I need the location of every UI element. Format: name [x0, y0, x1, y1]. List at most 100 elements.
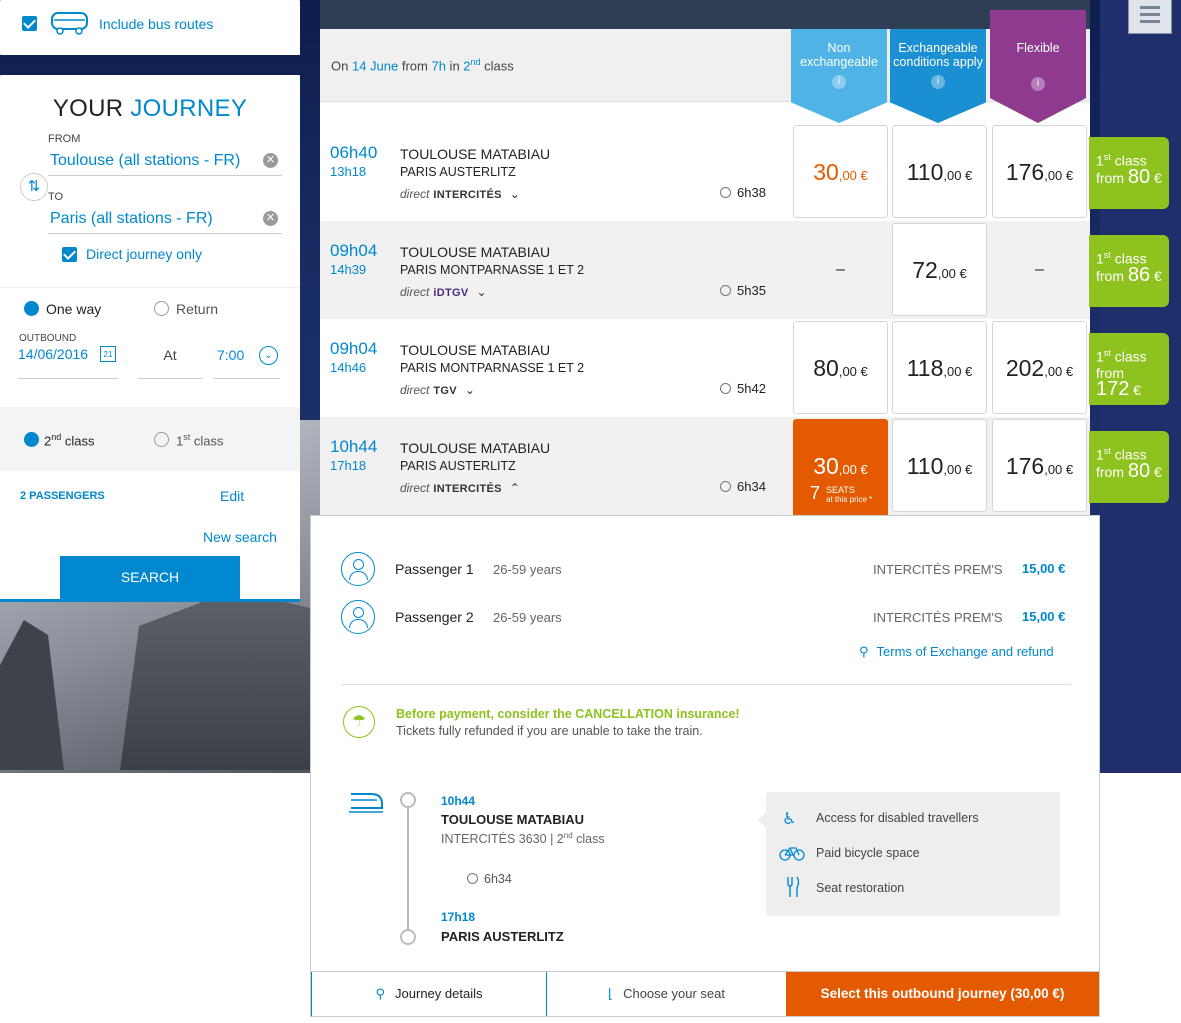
select-outbound-button[interactable]: Select this outbound journey (30,00 €): [786, 972, 1099, 1016]
passenger-row: Passenger 1 26-59 years INTERCITÉS PREM'…: [341, 552, 1081, 592]
bus-icon: [51, 12, 88, 35]
bus-routes-checkbox[interactable]: [22, 16, 37, 31]
price-non-exchangeable[interactable]: 80,00 €: [793, 321, 888, 414]
search-icon: ⚲: [859, 644, 869, 659]
fare-price: 15,00 €: [1022, 609, 1066, 624]
clock-icon: [720, 383, 731, 394]
cutlery-icon: [787, 876, 800, 897]
clear-to-icon[interactable]: ✕: [263, 211, 278, 226]
origin-station: TOULOUSE MATABIAU: [400, 440, 551, 456]
price-flexible[interactable]: 202,00 €: [992, 321, 1087, 414]
journey-form: YOUR JOURNEY FROM Toulouse (all stations…: [0, 75, 300, 602]
arrival-stop-icon: [400, 929, 416, 945]
direct-journey-label: Direct journey only: [86, 246, 202, 262]
duration: 5h42: [720, 381, 766, 396]
calendar-icon[interactable]: 21: [100, 346, 116, 362]
second-class-radio[interactable]: [24, 432, 39, 447]
user-icon: [341, 600, 375, 634]
journey-row[interactable]: 09h04 14h46 TOULOUSE MATABIAU PARIS MONT…: [320, 319, 1090, 417]
terms-link[interactable]: ⚲ Terms of Exchange and refund: [859, 644, 1054, 660]
results-date-text: On 14 June from 7h in 2nd class: [331, 57, 514, 74]
departure-time: 10h44: [330, 437, 378, 456]
service-item: Access for disabled travellers: [816, 811, 979, 825]
bus-routes-label: Include bus routes: [99, 16, 214, 32]
price-flexible[interactable]: 176,00 €: [992, 419, 1087, 512]
menu-button[interactable]: [1128, 0, 1172, 34]
price-exchangeable[interactable]: 110,00 €: [892, 125, 987, 218]
first-class-offer[interactable]: 1st class from 80 €: [1089, 137, 1169, 209]
train-type[interactable]: direct INTERCITÉS ⌄: [400, 187, 520, 201]
journey-row[interactable]: 06h40 13h18 TOULOUSE MATABIAU PARIS AUST…: [320, 123, 1090, 221]
journey-row[interactable]: 09h04 14h39 TOULOUSE MATABIAU PARIS MONT…: [320, 221, 1090, 319]
col-non-exchangeable[interactable]: Non exchangeable i: [791, 29, 887, 123]
duration: 5h35: [720, 283, 766, 298]
price-non-exchangeable[interactable]: 30,00 €: [793, 125, 888, 218]
service-item: Paid bicycle space: [816, 846, 920, 860]
fare-price: 15,00 €: [1022, 561, 1066, 576]
first-class-offer[interactable]: 1st class from 80 €: [1089, 431, 1169, 503]
time-dropdown-icon[interactable]: ⌄: [259, 346, 278, 365]
detail-arrival-time: 17h18: [441, 910, 476, 924]
train-type[interactable]: direct iDTGV ⌄: [400, 285, 487, 299]
one-way-radio[interactable]: [24, 301, 39, 316]
service-item: Seat restoration: [816, 881, 905, 895]
journey-row-selected[interactable]: 10h44 17h18 TOULOUSE MATABIAU PARIS AUST…: [320, 417, 1090, 539]
info-icon[interactable]: i: [931, 75, 945, 89]
detail-train-info: INTERCITÉS 3630 | 2nd class: [441, 831, 605, 847]
to-field[interactable]: Paris (all stations - FR) ✕: [48, 208, 282, 234]
bicycle-icon: [779, 847, 805, 861]
col-exchangeable[interactable]: Exchangeable conditions apply i: [890, 29, 986, 123]
from-field[interactable]: Toulouse (all stations - FR) ✕: [48, 150, 282, 176]
arrival-time: 17h18: [330, 458, 367, 473]
duration: 6h38: [720, 185, 766, 200]
search-button[interactable]: SEARCH: [60, 556, 240, 599]
passenger-age: 26-59 years: [493, 562, 562, 577]
swap-stations-icon[interactable]: ⇅: [20, 173, 48, 201]
detail-departure-station: TOULOUSE MATABIAU: [441, 812, 584, 827]
clock-icon: [720, 187, 731, 198]
col-flexible[interactable]: Flexible i: [990, 10, 1086, 123]
price-non-exchangeable: –: [836, 261, 845, 278]
info-icon[interactable]: i: [1031, 77, 1045, 91]
price-exchangeable[interactable]: 72,00 €: [892, 223, 987, 316]
price-exchangeable[interactable]: 118,00 €: [892, 321, 987, 414]
one-way-label: One way: [46, 301, 102, 317]
info-icon[interactable]: i: [832, 75, 846, 89]
price-exchangeable[interactable]: 110,00 €: [892, 419, 987, 512]
new-search-link[interactable]: New search: [203, 529, 277, 545]
first-class-offer[interactable]: 1st class from 86 €: [1089, 235, 1169, 307]
passenger-name: Passenger 2: [395, 609, 474, 625]
time-field[interactable]: 7:00 ⌄: [214, 346, 280, 379]
passenger-name: Passenger 1: [395, 561, 474, 577]
edit-passengers-link[interactable]: Edit: [220, 488, 244, 504]
destination-station: PARIS MONTPARNASSE 1 ET 2: [400, 361, 585, 375]
seats-count: 7: [810, 483, 821, 503]
wheelchair-icon: ♿: [782, 811, 797, 828]
first-class-radio[interactable]: [154, 432, 169, 447]
journey-details-button[interactable]: ⚲ Journey details: [311, 972, 547, 1016]
services-box: ♿ Access for disabled travellers Paid bi…: [758, 792, 1060, 916]
first-class-offer[interactable]: 1st class from 172 €: [1089, 333, 1169, 405]
user-icon: [341, 552, 375, 586]
train-type[interactable]: direct TGV ⌄: [400, 383, 475, 397]
chevron-down-icon: ⌄: [476, 285, 487, 299]
clock-icon: [467, 873, 478, 884]
chevron-down-icon: ⌄: [509, 187, 520, 201]
second-class-label: 2nd class: [44, 432, 95, 449]
outbound-label: OUTBOUND: [19, 333, 77, 344]
outbound-date-field[interactable]: 14/06/2016 21: [18, 346, 118, 379]
clear-from-icon[interactable]: ✕: [263, 153, 278, 168]
return-radio[interactable]: [154, 301, 169, 316]
choose-seat-button[interactable]: ⌊ Choose your seat: [547, 972, 786, 1016]
train-type[interactable]: direct INTERCITÉS ⌃: [400, 481, 520, 495]
insurance-title[interactable]: Before payment, consider the CANCELLATIO…: [396, 707, 740, 721]
departure-stop-icon: [400, 792, 416, 808]
departure-time: 06h40: [330, 143, 378, 162]
price-flexible: –: [1035, 261, 1044, 278]
arrival-time: 14h46: [330, 360, 367, 375]
insurance-subtitle: Tickets fully refunded if you are unable…: [396, 724, 703, 738]
direct-journey-checkbox[interactable]: [62, 247, 77, 262]
detail-departure-time: 10h44: [441, 794, 476, 808]
price-flexible[interactable]: 176,00 €: [992, 125, 1087, 218]
clock-icon: [720, 481, 731, 492]
